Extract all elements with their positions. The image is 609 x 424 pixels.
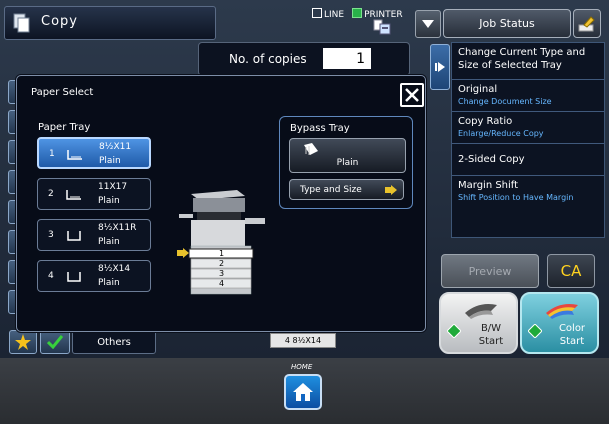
triangle-down-icon <box>422 20 434 28</box>
tray-indicator: 4 8½X14 <box>270 333 336 348</box>
tray-icon <box>66 190 81 200</box>
close-button[interactable] <box>400 83 424 107</box>
page-title: Copy <box>41 14 78 29</box>
menu-item-original[interactable]: Original Change Document Size <box>452 80 604 112</box>
start-diamond-icon <box>528 324 542 338</box>
favorite-button[interactable] <box>9 330 37 354</box>
menu-item-margin-shift[interactable]: Margin Shift Shift Position to Have Marg… <box>452 176 604 208</box>
line-status: LINE <box>312 8 344 20</box>
type-and-size-button[interactable]: Type and Size <box>289 179 404 200</box>
check-button[interactable] <box>40 330 70 354</box>
color-start-button[interactable]: Color Start <box>520 292 599 354</box>
menu-item-2-sided-copy[interactable]: 2-Sided Copy <box>452 144 604 176</box>
color-copy-icon <box>546 304 578 319</box>
machine-tray-label: 4 <box>219 279 225 288</box>
others-button[interactable]: Others <box>72 330 156 354</box>
house-icon <box>293 383 313 401</box>
pen-icon <box>578 15 595 31</box>
start-diamond-icon <box>447 324 461 338</box>
machine-tray-label: 3 <box>219 269 225 278</box>
paper-select-dialog: Paper Select Paper Tray 1 8½X11 Plain 2 … <box>16 75 426 332</box>
printer-checkbox-icon <box>352 8 363 18</box>
arrow-right-icon <box>385 185 397 195</box>
bypass-tray-heading: Bypass Tray <box>290 123 350 134</box>
job-status-button[interactable]: Job Status <box>443 9 571 38</box>
right-function-menu: Change Current Type and Size of Selected… <box>451 42 605 238</box>
machine-tray-label: 1 <box>219 249 225 258</box>
bypass-tray-icon <box>304 143 318 155</box>
bw-start-button[interactable]: B/W Start <box>439 292 518 354</box>
tray-1-button[interactable]: 1 8½X11 Plain <box>37 137 151 169</box>
home-button[interactable] <box>284 374 322 410</box>
side-menu-toggle[interactable] <box>430 44 450 90</box>
copier-machine-illustration: 1 2 3 4 <box>179 188 269 298</box>
tray-2-button[interactable]: 2 11X17 Plain <box>37 178 151 210</box>
tray-4-button[interactable]: 4 8½X14 Plain <box>37 260 151 292</box>
paper-tray-heading: Paper Tray <box>38 122 91 133</box>
copy-icon <box>13 13 30 33</box>
copies-panel: No. of copies 1 <box>198 42 410 76</box>
copy-screen: Copy LINE PRINTER Job Status No. of copi… <box>0 0 609 358</box>
expand-arrow-icon <box>435 62 445 72</box>
star-icon <box>15 334 31 350</box>
mode-title-bar: Copy <box>4 6 216 40</box>
tray-icon <box>67 231 81 241</box>
checkmark-icon <box>47 335 63 349</box>
tray-3-button[interactable]: 3 8½X11R Plain <box>37 219 151 251</box>
tray-icon <box>67 272 81 282</box>
bw-copy-icon <box>465 304 497 319</box>
home-label: HOME <box>291 363 313 371</box>
copies-value-field[interactable]: 1 <box>323 48 371 69</box>
line-checkbox-icon <box>312 8 322 18</box>
menu-item-change-tray[interactable]: Change Current Type and Size of Selected… <box>452 43 604 80</box>
menu-item-copy-ratio[interactable]: Copy Ratio Enlarge/Reduce Copy <box>452 112 604 144</box>
close-icon <box>405 88 419 102</box>
tray-icon <box>67 150 82 160</box>
preview-button[interactable]: Preview <box>441 254 539 288</box>
clear-all-button[interactable]: CA <box>547 254 595 288</box>
status-dropdown-button[interactable] <box>415 10 441 38</box>
copies-label: No. of copies <box>229 52 307 66</box>
selected-tray-arrow-icon <box>177 248 189 258</box>
bypass-tray-button[interactable]: Plain <box>289 138 406 173</box>
edit-button[interactable] <box>573 9 601 38</box>
printer-job-icon <box>373 19 391 35</box>
dialog-title: Paper Select <box>31 87 94 98</box>
bypass-tray-group: Bypass Tray Plain Type and Size <box>279 116 413 209</box>
machine-tray-label: 2 <box>219 259 225 268</box>
